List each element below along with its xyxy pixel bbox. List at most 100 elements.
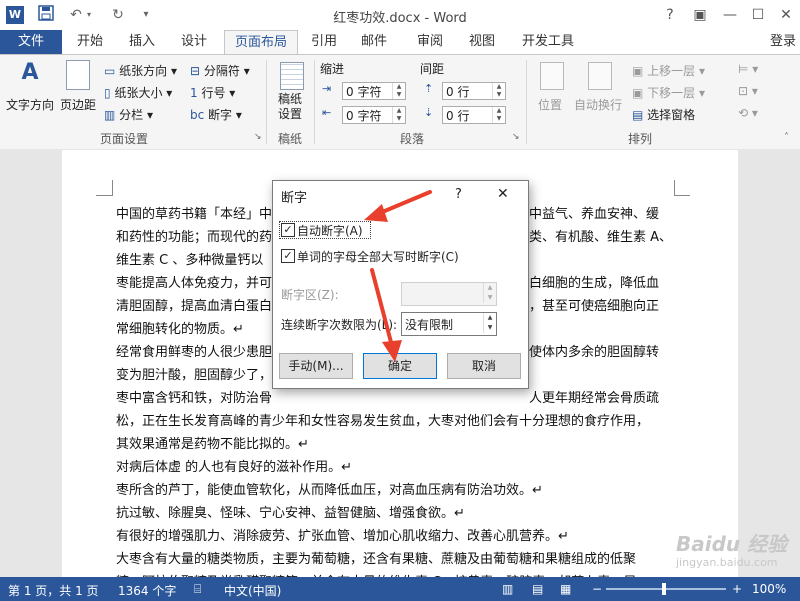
- doc-line-fragment: ，甚至可使癌细胞向正: [529, 299, 660, 314]
- size-icon: ▯: [104, 86, 111, 100]
- doc-line: 变为胆汁酸，胆固醇少了，: [116, 368, 273, 383]
- zoom-level[interactable]: 100%: [752, 582, 786, 596]
- tab-insert[interactable]: 插入: [120, 30, 164, 54]
- line-numbers-button[interactable]: 1 行号 ▾: [190, 84, 235, 101]
- doc-line: 大枣含有大量的糖类物质，主要为葡萄糖，还含有果糖、蔗糖及由葡萄糖和果糖组成的低聚: [116, 552, 637, 567]
- send-backward-icon: ▣: [632, 86, 644, 100]
- text-direction-button[interactable]: A 文字方向: [4, 58, 56, 120]
- tab-review[interactable]: 审阅: [410, 30, 450, 54]
- word-count[interactable]: 1364 个字: [118, 582, 176, 599]
- spin-arrows-icon[interactable]: ▲ ▼: [392, 107, 405, 123]
- help-icon[interactable]: ?: [656, 4, 684, 26]
- doc-line: 松，正在生长发育高峰的青少年和女性容易发生贫血，大枣对他们会有十分理想的食疗作用…: [116, 414, 650, 429]
- minimize-icon[interactable]: —: [716, 4, 744, 26]
- tab-home[interactable]: 开始: [68, 30, 112, 54]
- caps-hyphenate-label[interactable]: 单词的字母全部大写时断字(C): [297, 248, 459, 265]
- tab-page-layout[interactable]: 页面布局: [224, 30, 298, 55]
- wrap-text-button[interactable]: 自动换行: [572, 58, 628, 124]
- margins-button[interactable]: 页边距: [58, 58, 100, 120]
- spin-arrows-icon[interactable]: ▲ ▼: [392, 83, 405, 99]
- indent-left-field[interactable]: 0 字符 ▲ ▼: [342, 82, 406, 100]
- close-icon[interactable]: ✕: [772, 4, 800, 26]
- indent-right-field[interactable]: 0 字符 ▲ ▼: [342, 106, 406, 124]
- tab-mailings[interactable]: 邮件: [354, 30, 394, 54]
- align-icon[interactable]: ⊨ ▾: [738, 62, 758, 76]
- page-setup-launcher-icon[interactable]: ↘: [254, 132, 262, 142]
- hyphenation-icon: bc: [190, 108, 205, 122]
- zoom-slider[interactable]: [606, 583, 726, 595]
- doc-line: 有很好的增强肌力、消除疲劳、扩张血管、增加心肌收缩力、改善心肌营养。↵: [116, 529, 569, 544]
- web-layout-icon[interactable]: ▦: [560, 582, 571, 596]
- maximize-icon[interactable]: ☐: [744, 4, 772, 26]
- spin-arrows-icon[interactable]: ▲ ▼: [492, 107, 505, 123]
- zoom-slider-thumb[interactable]: [662, 583, 666, 595]
- bring-forward-button[interactable]: ▣ 上移一层 ▾: [632, 62, 705, 79]
- dialog-close-button[interactable]: ✕: [497, 186, 509, 202]
- breaks-button[interactable]: ⊟ 分隔符 ▾: [190, 62, 250, 79]
- position-button[interactable]: 位置: [534, 58, 570, 124]
- orientation-button[interactable]: ▭ 纸张方向 ▾: [104, 62, 177, 79]
- group-label-paragraph: 段落: [400, 132, 425, 146]
- doc-line: 枣所含的芦丁，能使血管软化，从而降低血压，对高血压病有防治功效。↵: [116, 483, 543, 498]
- group-icon[interactable]: ⊡ ▾: [738, 84, 758, 98]
- selection-pane-icon: ▤: [632, 108, 644, 122]
- send-backward-button[interactable]: ▣ 下移一层 ▾: [632, 84, 705, 101]
- zone-field[interactable]: ▲ ▼: [401, 282, 497, 306]
- doc-line: 抗过敏、除腥臭、怪味、宁心安神、益智健脑、增强食欲。↵: [116, 506, 465, 521]
- group-label-page-setup: 页面设置: [100, 132, 149, 146]
- title-bar: W ↶ ▾ ↻ ▾ 红枣功效.docx - Word ? ▣ — ☐ ✕: [0, 0, 800, 30]
- columns-icon: ▥: [104, 108, 116, 122]
- cancel-button[interactable]: 取消: [447, 353, 521, 379]
- size-button[interactable]: ▯ 纸张大小 ▾: [104, 84, 172, 101]
- spacing-after-field[interactable]: 0 行 ▲ ▼: [442, 106, 506, 124]
- bring-forward-icon: ▣: [632, 64, 644, 78]
- auto-hyphenate-checkbox[interactable]: ✓: [281, 223, 295, 237]
- spin-arrows-icon[interactable]: ▲ ▼: [483, 283, 496, 303]
- tab-developer[interactable]: 开发工具: [516, 30, 580, 54]
- proofing-icon[interactable]: ⌸: [194, 582, 201, 597]
- print-layout-icon[interactable]: ▤: [532, 582, 543, 596]
- tab-references[interactable]: 引用: [304, 30, 344, 54]
- spin-arrows-icon[interactable]: ▲ ▼: [492, 83, 505, 99]
- language[interactable]: 中文(中国): [224, 582, 281, 599]
- selection-pane-button[interactable]: ▤ 选择窗格: [632, 106, 695, 123]
- dialog-help-button[interactable]: ?: [455, 187, 462, 202]
- doc-line-fragment: 白细胞的生成，降低血: [529, 276, 660, 291]
- hyphenation-button[interactable]: bc 断字 ▾: [190, 106, 242, 123]
- paragraph-launcher-icon[interactable]: ↘: [512, 132, 520, 142]
- spacing-before-icon: ⇡: [424, 82, 434, 95]
- tab-design[interactable]: 设计: [172, 30, 216, 54]
- indent-left-icon: ⇥: [322, 82, 332, 95]
- zoom-out-icon[interactable]: −: [592, 582, 602, 596]
- doc-line-fragment: 类、有机酸、维生素 A、: [529, 230, 673, 245]
- caps-hyphenate-checkbox[interactable]: ✓: [281, 249, 295, 263]
- watermark-url: jingyan.baidu.com: [676, 556, 778, 569]
- group-label-arrange: 排列: [628, 132, 653, 146]
- orientation-icon: ▭: [104, 64, 116, 78]
- indent-label: 缩进: [320, 62, 345, 76]
- spacing-before-field[interactable]: 0 行 ▲ ▼: [442, 82, 506, 100]
- spin-arrows-icon[interactable]: ▲ ▼: [483, 313, 496, 333]
- separator: [314, 60, 315, 144]
- group-label-draft: 稿纸: [278, 132, 303, 146]
- login-link[interactable]: 登录: [766, 30, 800, 54]
- collapse-ribbon-icon[interactable]: ˄: [784, 132, 789, 143]
- doc-line: 经常食用鲜枣的人很少患胆: [116, 345, 273, 360]
- rotate-icon[interactable]: ⟲ ▾: [738, 106, 758, 120]
- page-count[interactable]: 第 1 页，共 1 页: [8, 582, 99, 599]
- manual-button[interactable]: 手动(M)...: [279, 353, 353, 379]
- ribbon-options-icon[interactable]: ▣: [686, 4, 714, 26]
- doc-line-fragment: 中益气、养血安神、缓: [529, 207, 660, 222]
- ok-button[interactable]: 确定: [363, 353, 437, 379]
- doc-line: 枣能提高人体免疫力，并可: [116, 276, 273, 291]
- limit-field[interactable]: 没有限制 ▲ ▼: [401, 312, 497, 336]
- draft-setup-button[interactable]: 稿纸 设置: [272, 58, 312, 124]
- zone-label: 断字区(Z):: [281, 288, 339, 302]
- tab-view[interactable]: 视图: [462, 30, 502, 54]
- zoom-in-icon[interactable]: +: [732, 582, 742, 596]
- breaks-icon: ⊟: [190, 64, 201, 78]
- columns-button[interactable]: ▥ 分栏 ▾: [104, 106, 153, 123]
- tab-file[interactable]: 文件: [0, 30, 62, 54]
- read-mode-icon[interactable]: ▥: [502, 582, 513, 596]
- auto-hyphenate-label[interactable]: 自动断字(A): [297, 222, 363, 239]
